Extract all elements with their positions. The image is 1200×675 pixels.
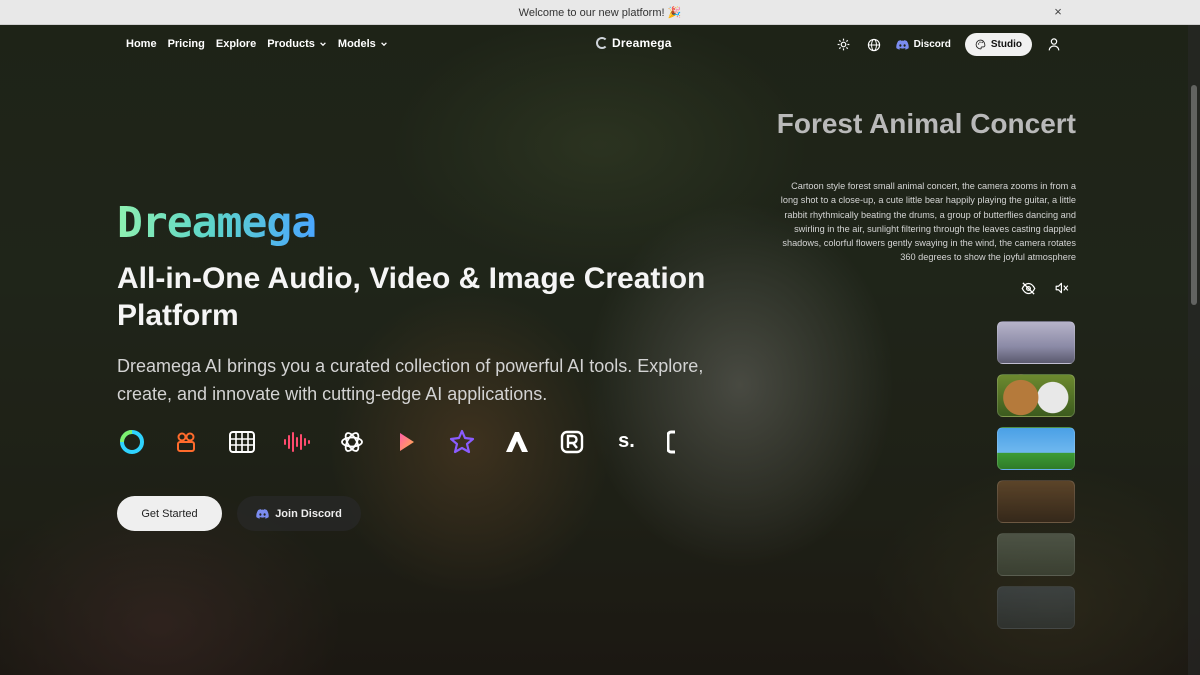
play-logo-icon[interactable] — [392, 427, 421, 456]
nav-pricing[interactable]: Pricing — [168, 38, 205, 50]
partial-logo-icon[interactable] — [667, 427, 677, 456]
logo-text: Dreamega — [612, 36, 672, 50]
r-logo-icon[interactable] — [557, 427, 586, 456]
grid-logo-icon[interactable] — [227, 427, 256, 456]
close-icon[interactable]: × — [1050, 4, 1066, 20]
page-scrollbar[interactable] — [1188, 25, 1200, 675]
eye-off-icon[interactable] — [1020, 280, 1036, 296]
nav-models-label: Models — [337, 38, 376, 50]
discord-icon — [895, 39, 909, 50]
video-thumbnails — [997, 321, 1075, 639]
announcement-bar: Welcome to our new platform! 🎉 × — [0, 0, 1200, 25]
chevron-down-icon — [320, 42, 326, 47]
join-discord-label: Join Discord — [275, 507, 342, 520]
video-thumbnail[interactable] — [997, 321, 1075, 364]
nav-explore[interactable]: Explore — [216, 38, 256, 50]
hero-subtitle: Dreamega AI brings you a curated collect… — [117, 356, 704, 404]
camera-logo-icon[interactable] — [172, 427, 201, 456]
video-thumbnail[interactable] — [997, 480, 1075, 523]
announcement-text: Welcome to our new platform! 🎉 — [518, 6, 682, 19]
globe-icon[interactable] — [866, 37, 882, 53]
chevron-down-icon — [380, 42, 387, 47]
join-discord-button[interactable]: Join Discord — [237, 496, 361, 531]
studio-label: Studio — [990, 39, 1022, 50]
ring-logo-icon[interactable] — [117, 427, 146, 456]
star-logo-icon[interactable] — [447, 427, 476, 456]
video-thumbnail[interactable] — [997, 374, 1075, 417]
video-thumbnail[interactable] — [997, 586, 1075, 629]
nav-home[interactable]: Home — [126, 38, 157, 50]
discord-label: Discord — [913, 39, 951, 50]
nav-products-label: Products — [267, 38, 315, 50]
scrollbar-thumb[interactable] — [1191, 85, 1197, 305]
discord-icon — [256, 508, 269, 519]
showcase-title: Forest Animal Concert — [776, 108, 1076, 139]
sun-icon[interactable] — [836, 37, 852, 53]
user-icon[interactable] — [1046, 37, 1062, 53]
waveform-logo-icon[interactable] — [282, 427, 311, 456]
palette-icon — [975, 39, 986, 50]
logo-mark-icon — [596, 37, 608, 49]
video-thumbnail[interactable] — [997, 533, 1075, 576]
media-controls — [1020, 280, 1070, 296]
openai-logo-icon[interactable] — [337, 427, 366, 456]
s-logo-icon[interactable]: s. — [612, 427, 641, 456]
video-thumbnail[interactable] — [997, 427, 1075, 470]
get-started-button[interactable]: Get Started — [117, 496, 222, 531]
site-logo[interactable]: Dreamega — [596, 36, 672, 50]
nav-actions: Discord Studio — [836, 33, 1062, 56]
hero-brand: Dreamega — [117, 198, 317, 248]
nav-models[interactable]: Models — [338, 38, 388, 50]
a-logo-icon[interactable] — [502, 427, 531, 456]
main-nav: Home Pricing Explore Products Models — [126, 34, 388, 54]
tool-logos: s. — [117, 427, 677, 456]
showcase-description: Cartoon style forest small animal concer… — [780, 181, 1076, 263]
discord-link[interactable]: Discord — [895, 39, 951, 50]
nav-products[interactable]: Products — [267, 38, 327, 50]
hero-headline: All-in-One Audio, Video & Image Creation… — [117, 262, 706, 332]
studio-button[interactable]: Studio — [964, 33, 1032, 56]
mute-icon[interactable] — [1054, 280, 1070, 296]
